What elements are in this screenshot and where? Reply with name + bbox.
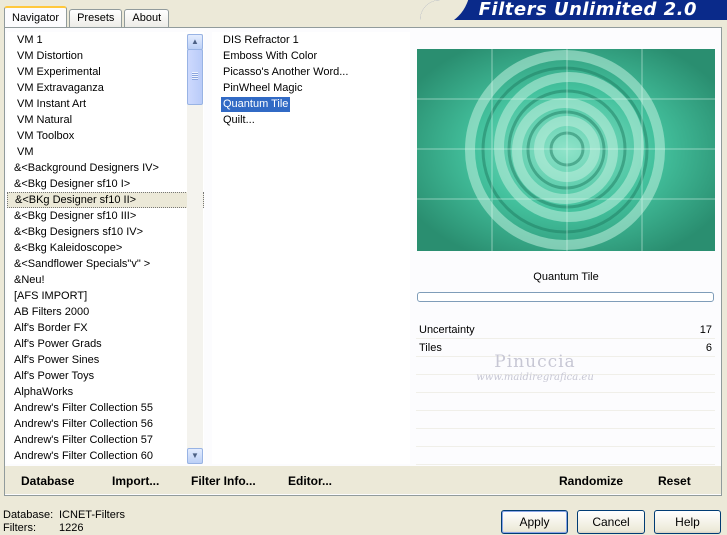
tab-about[interactable]: About bbox=[124, 9, 170, 28]
param-value: 6 bbox=[705, 342, 712, 354]
category-item[interactable]: Alf's Power Sines bbox=[7, 352, 204, 368]
tab-presets[interactable]: Presets bbox=[69, 9, 123, 28]
filters-count-label: Filters: bbox=[3, 522, 36, 534]
category-item[interactable]: VM Instant Art bbox=[7, 96, 204, 112]
category-item[interactable]: &<Bkg Designer sf10 I> bbox=[7, 176, 204, 192]
category-item[interactable]: Andrew's Filter Collection 55 bbox=[7, 400, 204, 416]
parameter-list[interactable]: Uncertainty 17 Tiles 6 bbox=[416, 321, 715, 465]
filter-list[interactable]: DIS Refractor 1 Emboss With Color Picasso'… bbox=[212, 32, 410, 464]
category-scrollbar[interactable]: ▲ ▼ bbox=[187, 34, 203, 464]
param-row-uncertainty[interactable]: Uncertainty 17 bbox=[416, 321, 715, 339]
param-row-empty bbox=[416, 357, 715, 375]
database-value: ICNET-Filters bbox=[59, 509, 125, 521]
category-item[interactable]: &<Background Designers IV> bbox=[7, 160, 204, 176]
action-bar: Database Import... Filter Info... Editor… bbox=[5, 466, 721, 494]
param-value: 17 bbox=[699, 324, 712, 336]
tab-bar: Navigator Presets About bbox=[4, 6, 170, 28]
category-item[interactable]: Andrew's Filter Collection 56 bbox=[7, 416, 204, 432]
category-item[interactable]: VM 1 bbox=[7, 32, 204, 48]
filter-item-label: Quilt... bbox=[223, 114, 255, 126]
param-name: Uncertainty bbox=[419, 324, 475, 336]
progress-bar bbox=[417, 292, 714, 302]
tab-navigator[interactable]: Navigator bbox=[4, 6, 68, 28]
category-item[interactable]: &Neu! bbox=[7, 272, 204, 288]
category-list[interactable]: VM 1 VM Distortion VM Experimental VM Extra… bbox=[7, 32, 204, 464]
filter-item[interactable]: PinWheel Magic bbox=[212, 80, 410, 96]
banner-title: Filters Unlimited 2.0 bbox=[478, 0, 697, 20]
category-item[interactable]: &<Bkg Kaleidoscope> bbox=[7, 240, 204, 256]
preview-image bbox=[417, 49, 715, 251]
title-banner: Filters Unlimited 2.0 bbox=[420, 0, 727, 20]
category-item[interactable]: VM Experimental bbox=[7, 64, 204, 80]
filter-item-label: PinWheel Magic bbox=[223, 82, 303, 94]
category-item[interactable]: Alf's Border FX bbox=[7, 320, 204, 336]
category-item[interactable]: &<Sandflower Specials"v" > bbox=[7, 256, 204, 272]
apply-button[interactable]: Apply bbox=[501, 510, 568, 534]
param-row-empty bbox=[416, 429, 715, 447]
param-row-empty bbox=[416, 393, 715, 411]
category-item[interactable]: Alf's Power Grads bbox=[7, 336, 204, 352]
category-item[interactable]: VM Extravaganza bbox=[7, 80, 204, 96]
category-item[interactable]: AB Filters 2000 bbox=[7, 304, 204, 320]
scroll-thumb[interactable] bbox=[187, 49, 203, 105]
scroll-down-icon[interactable]: ▼ bbox=[187, 448, 203, 464]
editor-button[interactable]: Editor... bbox=[288, 474, 332, 488]
filter-item[interactable]: Picasso's Another Word... bbox=[212, 64, 410, 80]
category-item[interactable]: [AFS IMPORT] bbox=[7, 288, 204, 304]
filter-item-label: DIS Refractor 1 bbox=[223, 34, 299, 46]
database-label: Database: bbox=[3, 509, 54, 521]
category-item[interactable]: &<Bkg Designers sf10 IV> bbox=[7, 224, 204, 240]
category-item[interactable]: &<BKg Designer sf10 II> bbox=[7, 192, 204, 208]
scroll-up-icon[interactable]: ▲ bbox=[187, 34, 203, 50]
category-item[interactable]: &<Bkg Designer sf10 III> bbox=[7, 208, 204, 224]
category-item[interactable]: Alf's Power Toys bbox=[7, 368, 204, 384]
filter-info-button[interactable]: Filter Info... bbox=[191, 474, 256, 488]
category-item[interactable]: VM bbox=[7, 144, 204, 160]
param-row-tiles[interactable]: Tiles 6 bbox=[416, 339, 715, 357]
param-row-empty bbox=[416, 375, 715, 393]
category-item[interactable]: Andrew's Filter Collection 57 bbox=[7, 432, 204, 448]
filter-item-label: Quantum Tile bbox=[221, 97, 291, 112]
filter-item[interactable]: DIS Refractor 1 bbox=[212, 32, 410, 48]
reset-button[interactable]: Reset bbox=[658, 474, 691, 488]
category-item[interactable]: VM Natural bbox=[7, 112, 204, 128]
category-item[interactable]: VM Distortion bbox=[7, 48, 204, 64]
filter-item-label: Picasso's Another Word... bbox=[223, 66, 349, 78]
randomize-button[interactable]: Randomize bbox=[559, 474, 623, 488]
status-info: Database: ICNET-Filters Filters: 1226 bbox=[3, 509, 125, 535]
filter-name-label: Quantum Tile bbox=[533, 271, 599, 283]
help-button[interactable]: Help bbox=[654, 510, 721, 534]
import-button[interactable]: Import... bbox=[112, 474, 159, 488]
category-item[interactable]: VM Toolbox bbox=[7, 128, 204, 144]
filter-item[interactable]: Emboss With Color bbox=[212, 48, 410, 64]
database-button[interactable]: Database bbox=[21, 474, 74, 488]
param-row-empty bbox=[416, 411, 715, 429]
cancel-button[interactable]: Cancel bbox=[577, 510, 645, 534]
param-row-empty bbox=[416, 447, 715, 465]
filter-item[interactable]: Quilt... bbox=[212, 112, 410, 128]
category-item[interactable]: Andrew's Filter Collection 60 bbox=[7, 448, 204, 464]
filters-count-value: 1226 bbox=[59, 522, 84, 534]
filter-item[interactable]: Quantum Tile bbox=[212, 96, 410, 112]
filter-item-label: Emboss With Color bbox=[223, 50, 318, 62]
category-item[interactable]: AlphaWorks bbox=[7, 384, 204, 400]
param-name: Tiles bbox=[419, 342, 442, 354]
